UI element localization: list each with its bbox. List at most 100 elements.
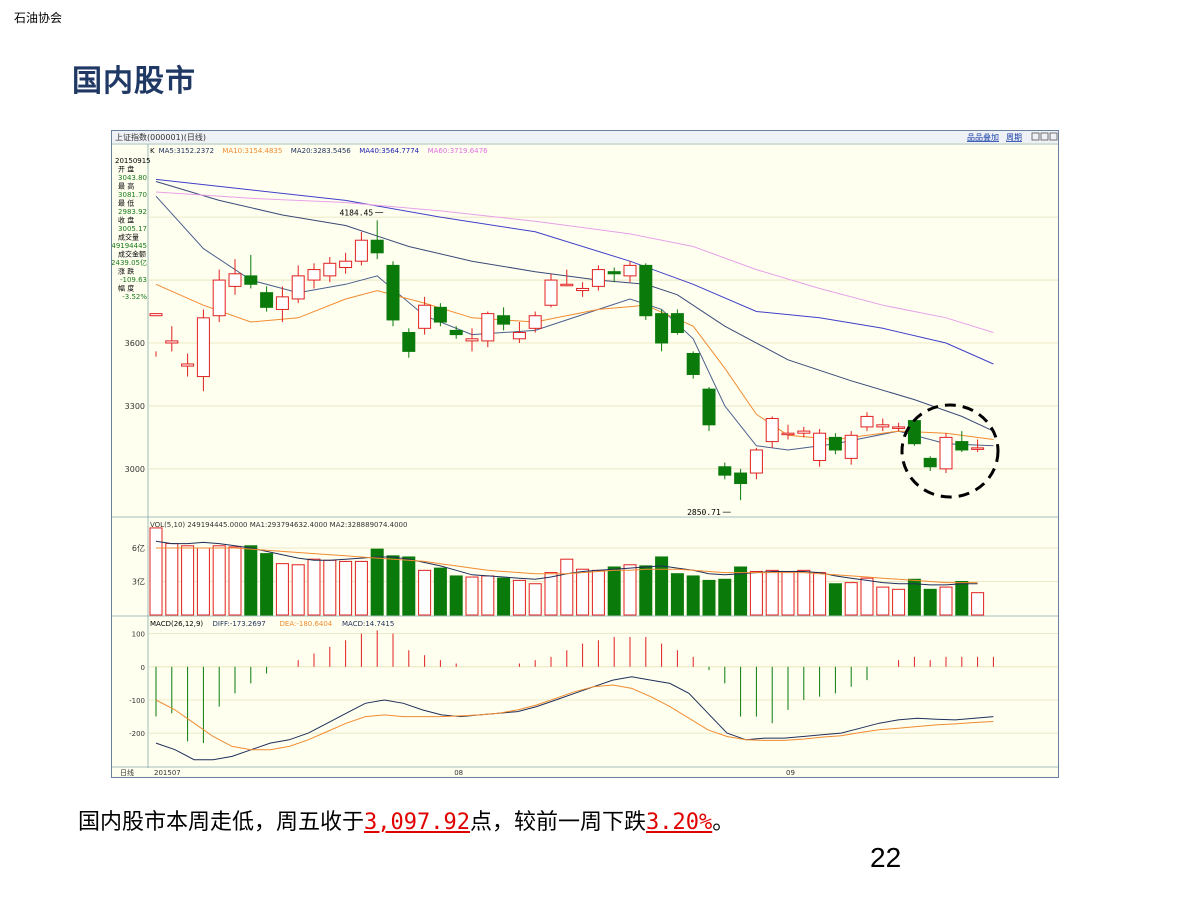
info-value: 3081.70 [118, 191, 147, 199]
volume-bar [481, 575, 495, 616]
candle-down [655, 313, 669, 344]
candle-up [465, 338, 479, 342]
volume-bar [433, 567, 447, 616]
candle-up [576, 287, 590, 292]
volume-bar [449, 575, 463, 616]
candle-up [481, 313, 495, 342]
change-value: 3.20% [646, 810, 713, 835]
macd-dea-line [155, 684, 994, 751]
volume-bar [244, 545, 258, 616]
ma-legend: K MA5:3152.2372 MA10:3154.4835 MA20:3283.54… [150, 147, 488, 155]
close-value: 3,097.92 [364, 810, 470, 835]
candle-down [607, 271, 621, 275]
info-label: 幅 度 [118, 284, 134, 293]
volume-bar [765, 569, 779, 616]
candle-up [813, 432, 827, 461]
candle-up [181, 363, 195, 367]
candle-down [497, 315, 511, 325]
candle-up [860, 415, 874, 428]
ma-line-ma60 [155, 191, 994, 333]
volume-bar [149, 527, 163, 616]
volume-bar [196, 547, 210, 616]
macd-tick-label: 0 [141, 664, 145, 672]
volume-bar [955, 581, 969, 616]
info-value: -109.63 [120, 276, 147, 284]
volume-bar [354, 560, 368, 616]
candle-down [260, 292, 274, 308]
info-value: 3005.17 [118, 225, 147, 233]
candle-down [433, 306, 447, 323]
chart-toolbar [112, 131, 1058, 143]
volume-bar [639, 565, 653, 616]
info-value: -3.52% [122, 293, 147, 301]
volume-bar [797, 569, 811, 616]
candle-up [939, 436, 953, 470]
volume-bar [939, 586, 953, 616]
info-value: 249194445 [112, 242, 147, 250]
volume-bar [512, 579, 526, 616]
stock-chart-svg: 上证指数(000001)(日线) 品品叠加 周期 K MA5:3152.2372 M… [112, 131, 1058, 777]
y-tick-label: 3000 [125, 465, 145, 474]
volume-bar [212, 545, 226, 616]
volume-bar [402, 556, 416, 616]
overlay-link[interactable]: 品品叠加 [967, 132, 999, 142]
ma-legend-label: MA40:3564.7774 [359, 147, 419, 155]
info-label: 成交量 [118, 233, 139, 242]
info-panel: 20150915开 盘3043.80最 高3081.70最 低2983.92收 … [112, 157, 151, 301]
annotation-label: 2850.71 [687, 508, 721, 517]
volume-bar [971, 592, 985, 616]
candle-up [781, 432, 795, 436]
macd-tick-label: 100 [132, 631, 145, 639]
candle-down [702, 388, 716, 426]
candle-up [165, 340, 179, 344]
candle-up [212, 279, 226, 317]
info-value: 3043.80 [118, 174, 147, 182]
volume-bar [465, 576, 479, 616]
org-name: 石油协会 [14, 11, 63, 25]
volume-bar [907, 578, 921, 616]
annotation-label: 4184.45 [339, 208, 373, 217]
candle-down [639, 264, 653, 317]
info-label: 涨 跌 [118, 267, 134, 276]
macd-legend-label: DEA:-180.6404 [280, 620, 333, 628]
volume-bar [923, 588, 937, 616]
volume-bar [576, 568, 590, 616]
volume-bar [323, 559, 337, 616]
vol-tick-label: 6亿 [132, 543, 145, 553]
period-link[interactable]: 周期 [1006, 133, 1022, 142]
caption-mid: 点，较前一周下跌 [469, 810, 646, 835]
volume-bar [892, 588, 906, 616]
x-axis-label: 09 [786, 769, 795, 777]
x-axis-label: 201507 [154, 769, 181, 777]
candle-down [718, 466, 732, 476]
page-number: 22 [870, 842, 902, 873]
vol-title: VOL(5,10) 249194445.0000 MA1:293794632.4… [150, 521, 407, 529]
candle-up [892, 426, 906, 429]
volume-bar [307, 558, 321, 616]
info-value: 2439.05亿 [112, 258, 147, 267]
info-value: 2983.92 [118, 208, 147, 216]
x-axis-label: 08 [454, 769, 463, 777]
volume-bar [813, 572, 827, 616]
summary-caption: 国内股市本周走低，周五收于3,097.92点，较前一周下跌3.20%。 [78, 804, 734, 836]
volume-bar [228, 546, 242, 616]
macd-tick-label: -100 [129, 697, 145, 705]
candle-up [560, 283, 574, 287]
volume-bar [291, 564, 305, 616]
candle-down [670, 313, 684, 334]
candle-down [244, 275, 258, 285]
info-label: 开 盘 [118, 165, 134, 174]
candle-up [354, 239, 368, 262]
macd-legend-label: DIFF:-173.2697 [213, 620, 266, 628]
macd-legend-label: MACD(26,12,9) [150, 620, 203, 628]
candle-down [370, 239, 384, 254]
volume-bar [386, 555, 400, 616]
macd-legend: MACD(26,12,9) DIFF:-173.2697 DEA:-180.6404… [150, 620, 394, 628]
volume-bar [686, 575, 700, 616]
volume-bar [260, 553, 274, 616]
candle-up [749, 449, 763, 474]
candle-down [955, 441, 969, 451]
candle-down [828, 436, 842, 451]
ma-legend-label: MA60:3719.6476 [428, 147, 488, 155]
candle-up [971, 447, 985, 450]
